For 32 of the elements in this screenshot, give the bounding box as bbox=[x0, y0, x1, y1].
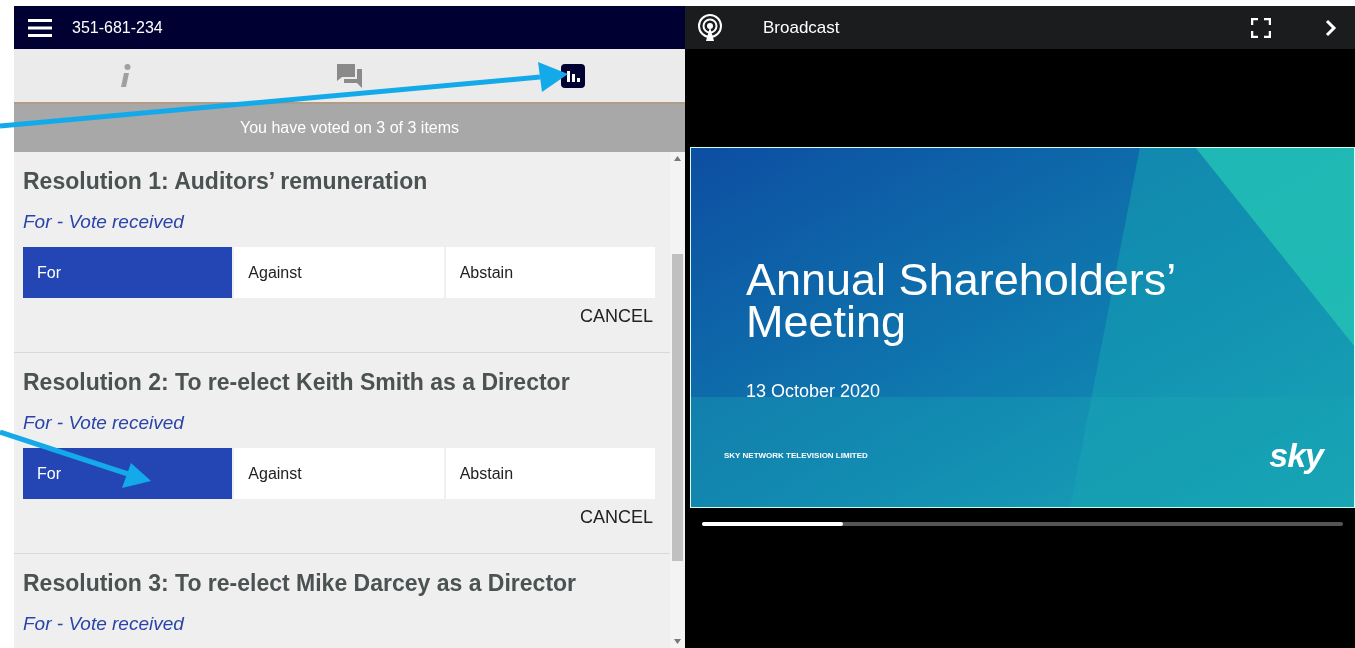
chat-icon bbox=[336, 63, 363, 88]
broadcast-icon bbox=[697, 13, 723, 42]
cancel-button[interactable]: CANCEL bbox=[579, 507, 653, 528]
vote-option[interactable]: Against bbox=[234, 448, 444, 499]
vote-option[interactable]: For bbox=[23, 448, 233, 499]
scroll-down-icon[interactable] bbox=[674, 639, 681, 644]
logo: sky bbox=[1269, 436, 1323, 475]
scroll-up-icon[interactable] bbox=[674, 156, 681, 161]
menu-icon[interactable] bbox=[28, 17, 52, 38]
progress-track[interactable] bbox=[702, 522, 1343, 526]
resolution-title: Resolution 2: To re-elect Keith Smith as a Director bbox=[23, 369, 571, 396]
vote-option[interactable]: Abstain bbox=[445, 247, 655, 298]
vote-status: For - Vote received bbox=[23, 412, 186, 434]
chevron-right-icon[interactable] bbox=[1325, 18, 1337, 37]
vote-option[interactable]: For bbox=[23, 247, 233, 298]
meeting-id: 351-681-234 bbox=[72, 18, 163, 37]
slide-date: 13 October 2020 bbox=[746, 381, 882, 402]
scroll-thumb[interactable] bbox=[672, 254, 683, 561]
vote-summary: You have voted on 3 of 3 items bbox=[239, 119, 460, 137]
info-icon bbox=[119, 63, 132, 88]
resolution-title: Resolution 3: To re-elect Mike Darcey as a Director bbox=[23, 570, 578, 597]
vote-option[interactable]: Against bbox=[234, 247, 444, 298]
resolution-title: Resolution 1: Auditors’ remuneration bbox=[23, 168, 429, 195]
vote-status: For - Vote received bbox=[23, 211, 186, 233]
fullscreen-icon[interactable] bbox=[1251, 17, 1271, 38]
company-name: SKY NETWORK TELEVISION LIMITED bbox=[724, 451, 868, 460]
cancel-button[interactable]: CANCEL bbox=[579, 306, 653, 327]
bar-chart-icon bbox=[561, 63, 586, 88]
vote-status: For - Vote received bbox=[23, 613, 186, 635]
vote-option[interactable]: Abstain bbox=[445, 448, 655, 499]
broadcast-title: Broadcast bbox=[763, 17, 840, 38]
scrollbar[interactable] bbox=[670, 152, 685, 648]
